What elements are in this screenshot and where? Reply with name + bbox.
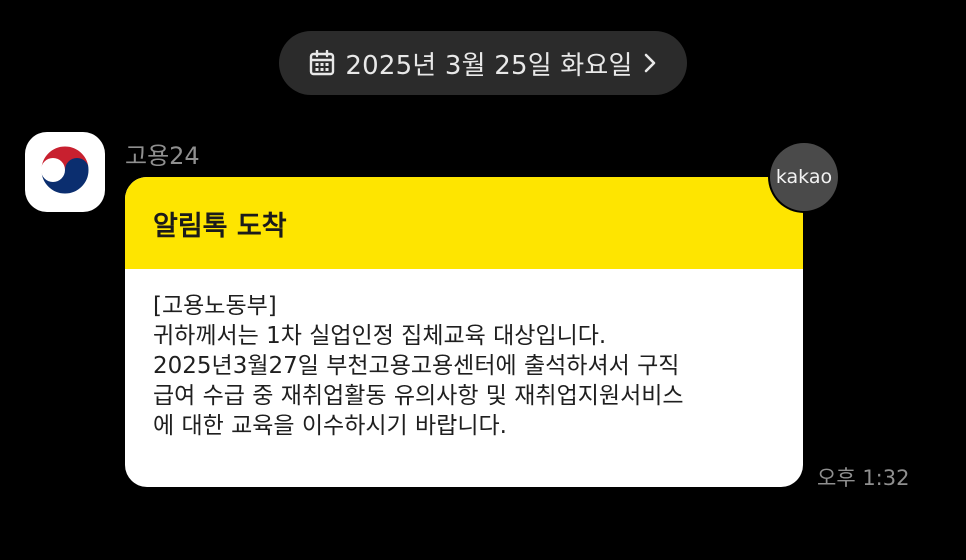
- date-divider-button[interactable]: 2025년 3월 25일 화요일: [279, 31, 687, 95]
- date-divider-text: 2025년 3월 25일 화요일: [345, 50, 633, 81]
- bubble-header: 알림톡 도착: [125, 177, 803, 269]
- korea-government-emblem-icon: [38, 143, 92, 201]
- body-line: [고용노동부]: [153, 293, 277, 319]
- body-line: 귀하께서는 1차 실업인정 집체교육 대상입니다.: [153, 323, 607, 349]
- chevron-right-icon: [643, 52, 657, 74]
- alimtalk-message-bubble[interactable]: 알림톡 도착 [고용노동부] 귀하께서는 1차 실업인정 집체교육 대상입니다.…: [125, 177, 803, 487]
- body-line: 에 대한 교육을 이수하시기 바랍니다.: [153, 413, 507, 439]
- sender-name: 고용24: [125, 142, 200, 170]
- body-line: 2025년3월27일 부천고용고용센터에 출석하셔서 구직: [153, 353, 680, 379]
- sender-avatar[interactable]: [25, 132, 105, 212]
- kakao-channel-badge[interactable]: kakao: [770, 143, 838, 211]
- bubble-body: [고용노동부] 귀하께서는 1차 실업인정 집체교육 대상입니다. 2025년3…: [125, 269, 803, 441]
- bubble-title: 알림톡 도착: [153, 210, 287, 242]
- body-line: 급여 수급 중 재취업활동 유의사항 및 재취업지원서비스: [153, 383, 684, 409]
- calendar-icon: [309, 50, 335, 76]
- message-timestamp: 오후 1:32: [817, 466, 910, 490]
